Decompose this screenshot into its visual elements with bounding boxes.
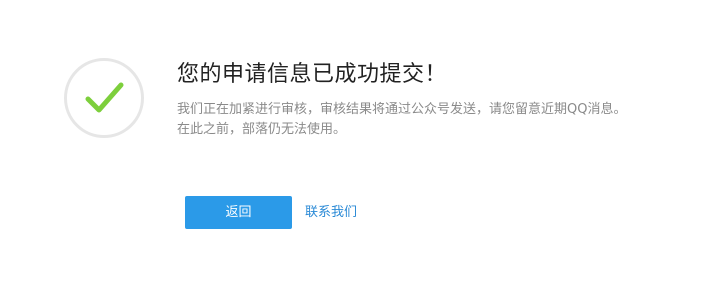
back-button[interactable]: 返回 <box>185 196 292 229</box>
description-line-notice: 在此之前，部落仍无法使用。 <box>177 122 347 137</box>
success-badge <box>64 58 144 138</box>
contact-us-link[interactable]: 联系我们 <box>305 204 357 222</box>
checkmark-icon <box>85 82 124 113</box>
description-line-review: 我们正在加紧进行审核，审核结果将通过公众号发送，请您留意近期QQ消息。 <box>177 102 627 117</box>
success-title: 您的申请信息已成功提交！ <box>177 62 448 87</box>
success-description: 我们正在加紧进行审核，审核结果将通过公众号发送，请您留意近期QQ消息。 在此之前… <box>177 100 647 140</box>
success-panel: 您的申请信息已成功提交！ 我们正在加紧进行审核，审核结果将通过公众号发送，请您留… <box>0 0 717 306</box>
